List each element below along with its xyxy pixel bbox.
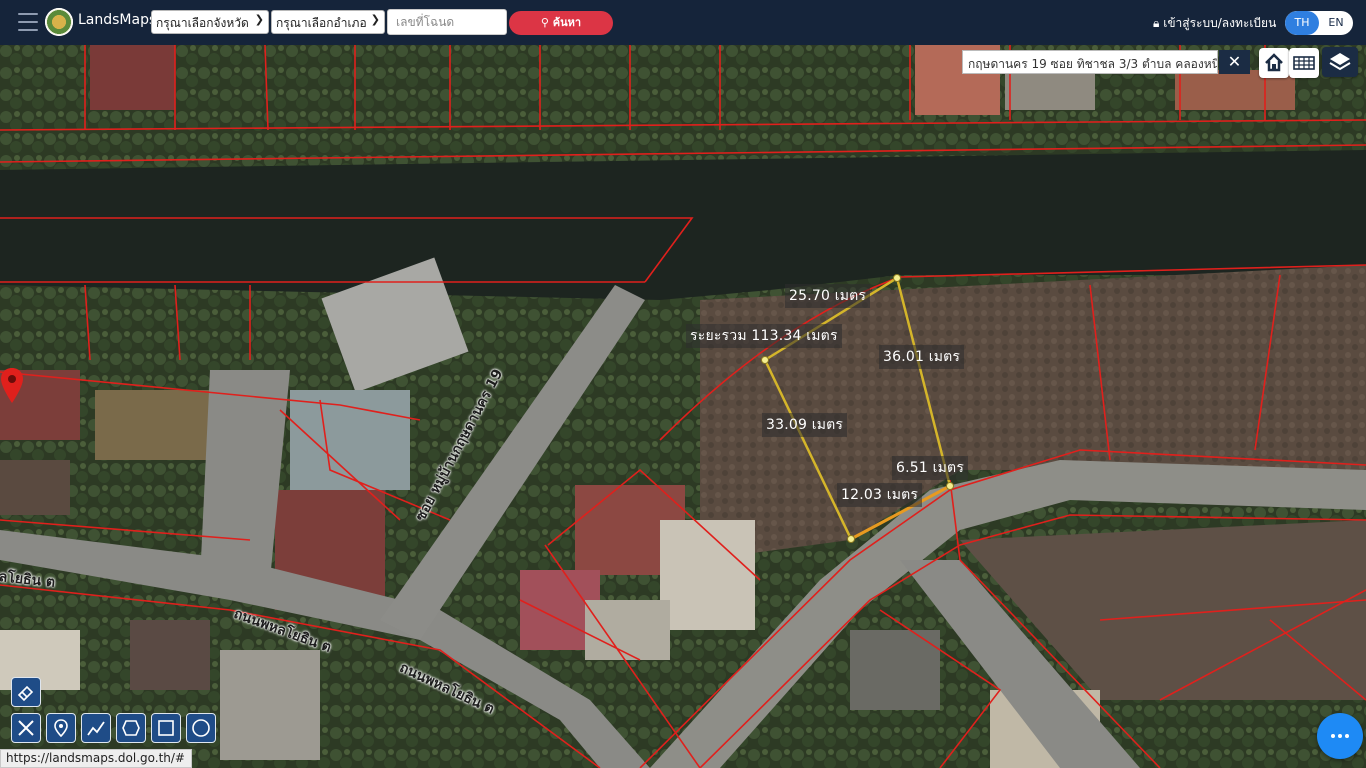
- map-imagery: [0, 45, 1366, 768]
- eraser-icon: [17, 685, 34, 702]
- polygon-tool-button[interactable]: [116, 713, 146, 743]
- province-select[interactable]: กรุณาเลือกจังหวัด ❯: [151, 10, 269, 34]
- grid-button[interactable]: [1289, 48, 1319, 78]
- province-select-value: กรุณาเลือกจังหวัด: [156, 16, 249, 30]
- close-icon[interactable]: ✕: [1219, 50, 1250, 74]
- more-options-button[interactable]: [1317, 713, 1363, 759]
- district-select-value: กรุณาเลือกอำเภอ: [276, 16, 367, 30]
- dot-icon: [1331, 734, 1335, 738]
- eraser-tool-button[interactable]: [11, 677, 41, 707]
- lang-en-option[interactable]: EN: [1319, 11, 1353, 35]
- satellite-map[interactable]: กฤษดานคร 19 ซอย ทิชาชล 3/3 ตำบล คลองหนึ่…: [0, 45, 1366, 768]
- home-icon: [1265, 53, 1283, 72]
- lang-th-option[interactable]: TH: [1285, 11, 1319, 35]
- deed-number-input[interactable]: [387, 9, 507, 35]
- district-select[interactable]: กรุณาเลือกอำเภอ ❯: [271, 10, 385, 34]
- polyline-tool-button[interactable]: [81, 713, 111, 743]
- search-button-label: ค้นหา: [552, 16, 582, 29]
- polygon-icon: [122, 720, 140, 736]
- grid-icon: [1293, 56, 1315, 70]
- search-icon: ⚲: [540, 16, 549, 29]
- dot-icon: [1345, 734, 1349, 738]
- measure-label-right: 36.01 เมตร: [879, 345, 965, 369]
- lock-icon: 🔒︎: [1153, 16, 1160, 30]
- ruler-pencil-icon: [18, 720, 34, 736]
- hamburger-menu-icon[interactable]: [18, 13, 38, 31]
- landsmaps-logo[interactable]: [45, 8, 73, 36]
- location-pin-icon: [54, 719, 68, 738]
- address-box[interactable]: กฤษดานคร 19 ซอย ทิชาชล 3/3 ตำบล คลองหนึ่…: [962, 50, 1218, 74]
- status-url-bar: https://landsmaps.dol.go.th/#: [0, 749, 192, 768]
- layers-icon: [1329, 53, 1351, 71]
- login-label: เข้าสู่ระบบ/ลงทะเบียน: [1163, 16, 1277, 30]
- home-button[interactable]: [1259, 48, 1289, 78]
- top-navbar: LandsMaps กรุณาเลือกจังหวัด ❯ กรุณาเลือก…: [0, 0, 1366, 45]
- circle-tool-button[interactable]: [186, 713, 216, 743]
- measure-label-top: 25.70 เมตร: [785, 284, 871, 308]
- marker-tool-button[interactable]: [46, 713, 76, 743]
- measure-label-total: ระยะรวม 113.34 เมตร: [686, 324, 842, 348]
- brand-title: LandsMaps: [78, 12, 157, 28]
- layers-button[interactable]: [1322, 47, 1358, 77]
- map-pin-icon[interactable]: [0, 367, 24, 405]
- measure-tool-button[interactable]: [11, 713, 41, 743]
- circle-icon: [192, 719, 210, 737]
- polyline-icon: [87, 721, 105, 736]
- search-button[interactable]: ⚲ ค้นหา: [509, 11, 613, 35]
- measure-label-short: 6.51 เมตร: [892, 456, 969, 480]
- measure-label-left: 33.09 เมตร: [762, 413, 848, 437]
- measure-label-bottom: 12.03 เมตร: [837, 483, 923, 507]
- language-toggle[interactable]: TH EN: [1285, 11, 1353, 35]
- chevron-down-icon: ❯: [254, 13, 264, 26]
- chevron-down-icon: ❯: [370, 13, 380, 26]
- rectangle-icon: [158, 720, 174, 736]
- rectangle-tool-button[interactable]: [151, 713, 181, 743]
- dot-icon: [1338, 734, 1342, 738]
- login-link[interactable]: 🔒︎ เข้าสู่ระบบ/ลงทะเบียน: [1153, 14, 1276, 33]
